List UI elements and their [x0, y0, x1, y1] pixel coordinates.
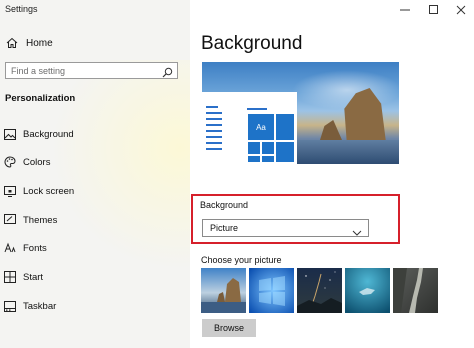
sidebar-item-fonts[interactable]: Fonts: [4, 240, 47, 256]
main-content: Background Aa Background Picture Choose …: [190, 0, 474, 348]
start-icon: [4, 271, 16, 283]
picture-thumbnail[interactable]: [393, 268, 438, 313]
preview-menu-lines: [206, 106, 222, 154]
sidebar-item-start[interactable]: Start: [4, 269, 43, 285]
search-placeholder: Find a setting: [11, 66, 66, 76]
preview-tile: [276, 142, 294, 162]
home-icon: [6, 37, 18, 49]
preview-cloud: [292, 70, 399, 110]
picture-thumbnail[interactable]: [345, 268, 390, 313]
taskbar-icon: [4, 300, 16, 312]
preview-window-mockup: Aa: [202, 92, 297, 164]
sidebar-item-label: Themes: [23, 214, 58, 226]
sidebar-item-background[interactable]: Background: [4, 126, 74, 142]
sidebar-item-label: Lock screen: [23, 185, 75, 197]
sidebar-item-colors[interactable]: Colors: [4, 154, 50, 170]
background-preview: Aa: [202, 62, 399, 164]
picture-thumbnail[interactable]: [297, 268, 342, 313]
preview-sea: [297, 140, 399, 164]
lock-screen-icon: [4, 185, 16, 197]
preview-tile: [276, 114, 294, 140]
search-icon[interactable]: [162, 65, 173, 83]
preview-tile: [248, 156, 260, 162]
preview-tile: [248, 142, 260, 154]
preview-header-line: [247, 108, 267, 110]
sidebar-item-label: Background: [23, 128, 74, 140]
sidebar-item-label: Taskbar: [23, 300, 57, 312]
sidebar-item-themes[interactable]: Themes: [4, 212, 57, 228]
picture-thumbnail[interactable]: [201, 268, 246, 313]
highlight-box: [191, 194, 400, 244]
font-icon: [4, 242, 16, 254]
preview-tile: Aa: [248, 114, 274, 140]
preview-tile: [262, 142, 274, 154]
page-title: Background: [201, 33, 303, 54]
preview-tile: [262, 156, 274, 162]
picture-thumbnail[interactable]: [249, 268, 294, 313]
search-input[interactable]: Find a setting: [5, 62, 178, 79]
sidebar-item-lock-screen[interactable]: Lock screen: [4, 183, 74, 199]
window-title: Settings: [5, 4, 38, 14]
sidebar-item-taskbar[interactable]: Taskbar: [4, 298, 56, 314]
sidebar-item-label: Fonts: [23, 242, 47, 254]
sidebar: Home Find a setting Personalization Back…: [0, 0, 190, 348]
sidebar-item-label: Start: [23, 271, 44, 283]
picture-icon: [4, 128, 16, 140]
section-title: Personalization: [5, 93, 76, 104]
browse-button[interactable]: Browse: [202, 319, 256, 337]
sidebar-item-label: Colors: [23, 156, 51, 168]
preview-rock-small: [320, 120, 342, 140]
palette-icon: [4, 156, 16, 168]
home-link[interactable]: Home: [6, 36, 53, 50]
brush-icon: [4, 214, 16, 226]
choose-picture-label: Choose your picture: [201, 255, 282, 265]
home-label: Home: [26, 37, 53, 49]
